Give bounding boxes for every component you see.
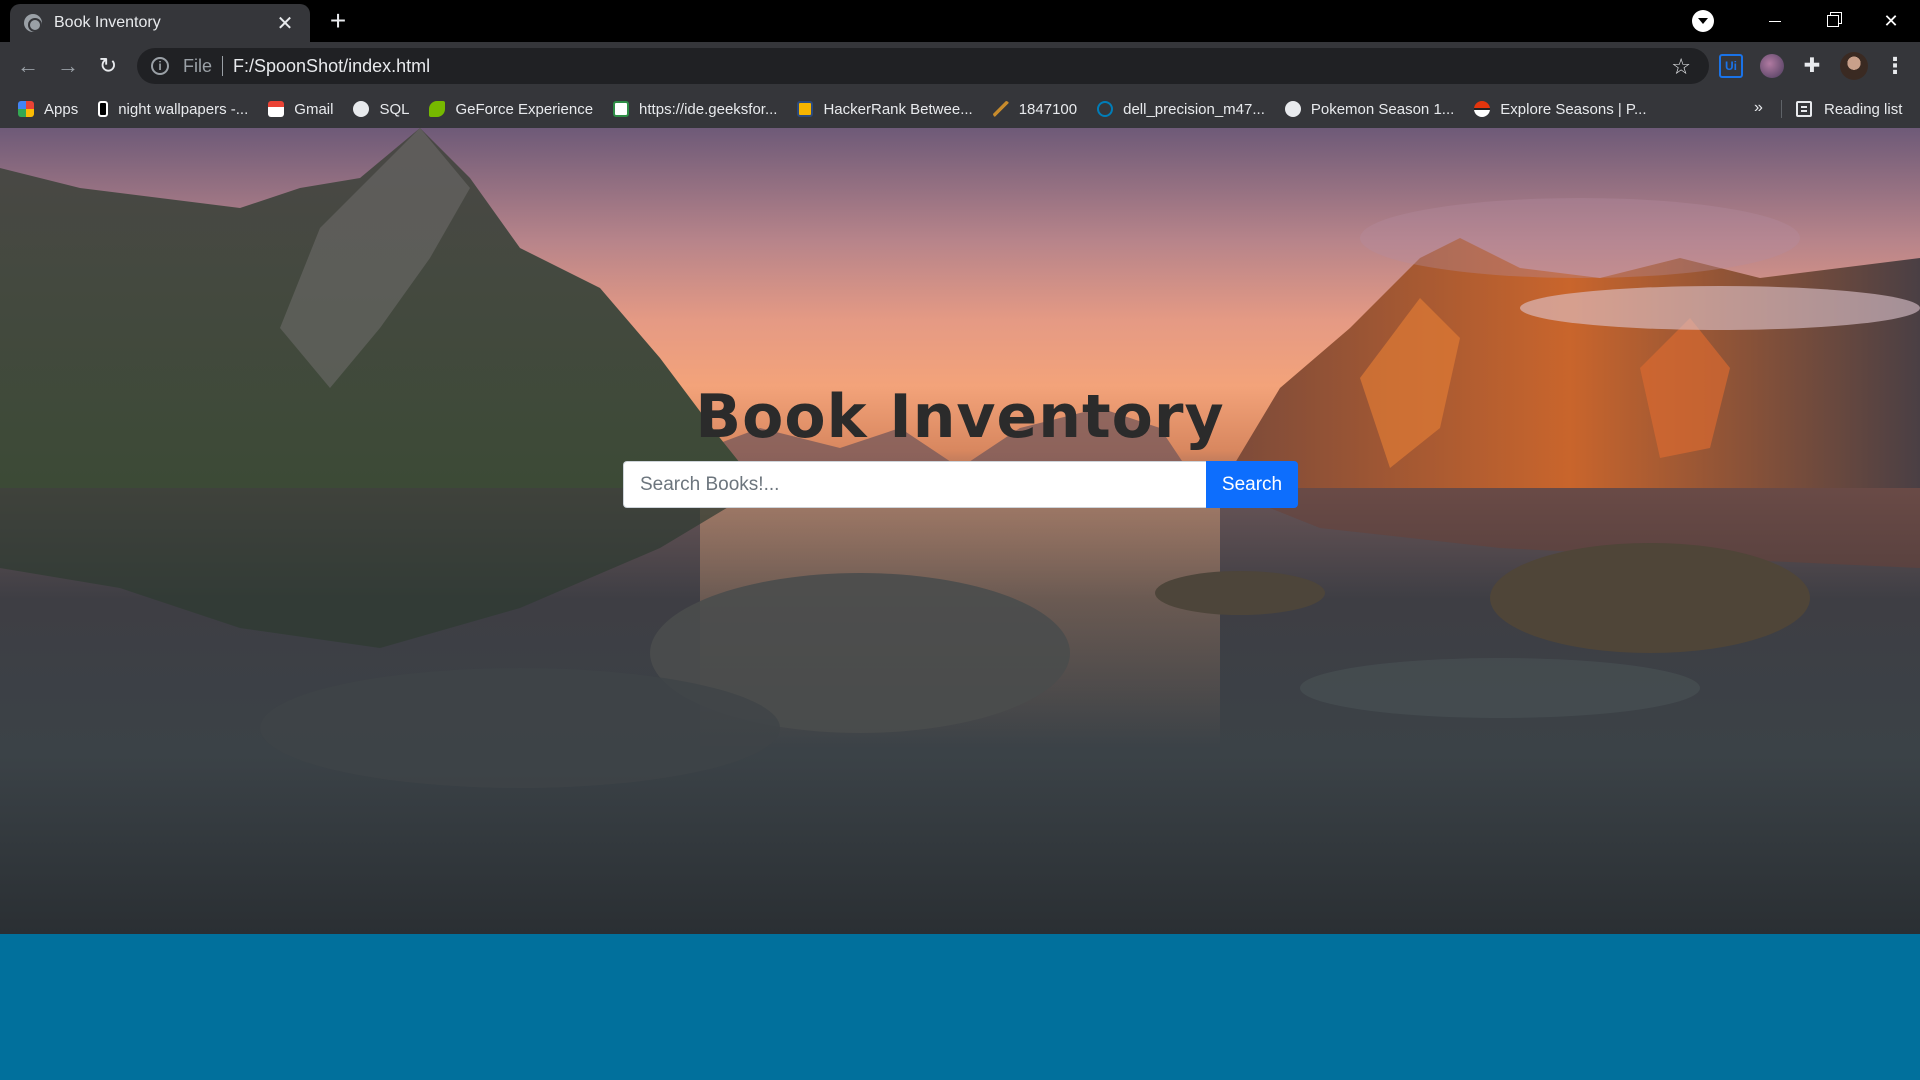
apps-grid-icon — [18, 101, 34, 117]
extension-icon[interactable] — [1760, 54, 1784, 78]
bookmark-night-wallpapers[interactable]: night wallpapers -... — [98, 101, 248, 118]
hero-background: Book Inventory Search — [0, 128, 1920, 934]
restore-button[interactable] — [1804, 0, 1862, 42]
wallpaper-icon — [98, 101, 109, 117]
globe-icon — [1284, 101, 1301, 117]
close-icon[interactable]: ✕ — [274, 11, 296, 36]
bookmark-geeksforgeeks[interactable]: https://ide.geeksfor... — [613, 101, 777, 118]
globe-icon — [24, 14, 42, 32]
bookmark-hackerrank[interactable]: HackerRank Betwee... — [797, 101, 973, 118]
globe-icon — [353, 101, 370, 117]
bookmark-1847100[interactable]: 1847100 — [992, 101, 1077, 118]
content-band — [0, 934, 1920, 1080]
gmail-icon — [268, 101, 285, 117]
bookmark-star-icon[interactable]: ☆ — [1671, 54, 1691, 80]
browser-tab[interactable]: Book Inventory ✕ — [10, 4, 310, 42]
address-bar[interactable]: i File F:/SpoonShot/index.html ☆ — [137, 48, 1709, 84]
bookmark-dell[interactable]: dell_precision_m47... — [1097, 101, 1265, 118]
ui-extension-icon[interactable]: Ui — [1719, 54, 1743, 78]
back-arrow-icon[interactable]: ← — [12, 50, 44, 82]
landscape-image — [0, 128, 1920, 934]
bookmark-geforce[interactable]: GeForce Experience — [429, 101, 593, 118]
reading-list-icon — [1796, 101, 1812, 117]
url-separator — [222, 56, 224, 76]
nvidia-icon — [429, 101, 446, 117]
reading-list-button[interactable]: Reading list — [1796, 90, 1902, 128]
browser-toolbar: ← → ↻ i File F:/SpoonShot/index.html ☆ U… — [0, 42, 1920, 90]
bookmark-apps[interactable]: Apps — [18, 101, 78, 118]
browser-title-bar: Book Inventory ✕ + ✕ — [0, 0, 1920, 42]
hackerrank-icon — [797, 101, 814, 117]
bookmarks-bar: Apps night wallpapers -... Gmail SQL GeF… — [0, 90, 1920, 128]
geeksforgeeks-icon — [613, 101, 630, 117]
dell-icon — [1097, 101, 1114, 117]
tab-search-icon[interactable] — [1692, 10, 1714, 32]
pokeball-icon — [1474, 101, 1491, 117]
browser-menu-icon[interactable]: ⋮ — [1884, 54, 1906, 78]
bookmark-sql[interactable]: SQL — [353, 101, 409, 118]
page-title: Book Inventory — [695, 382, 1225, 452]
minimize-button[interactable] — [1746, 0, 1804, 42]
bookmarks-overflow-button[interactable]: » — [1754, 99, 1763, 117]
new-tab-button[interactable]: + — [322, 6, 354, 38]
window-controls: ✕ — [1692, 0, 1920, 42]
tab-title: Book Inventory — [54, 14, 161, 31]
url-text[interactable]: F:/SpoonShot/index.html — [233, 56, 430, 77]
search-button[interactable]: Search — [1206, 461, 1298, 508]
atcoder-icon — [992, 101, 1009, 117]
bookmark-pokemon-season[interactable]: Pokemon Season 1... — [1284, 101, 1454, 118]
bookmark-explore-seasons[interactable]: Explore Seasons | P... — [1474, 101, 1647, 118]
reload-icon[interactable]: ↻ — [92, 50, 124, 82]
info-icon[interactable]: i — [151, 57, 169, 75]
forward-arrow-icon[interactable]: → — [52, 50, 84, 82]
search-input[interactable] — [623, 461, 1206, 508]
profile-avatar[interactable] — [1840, 52, 1868, 80]
bookmarks-divider — [1781, 100, 1782, 118]
bookmark-gmail[interactable]: Gmail — [268, 101, 333, 118]
extensions-puzzle-icon[interactable]: ✚ — [1800, 54, 1824, 78]
search-bar: Search — [623, 461, 1298, 508]
close-window-button[interactable]: ✕ — [1862, 0, 1920, 42]
url-scheme: File — [183, 55, 213, 76]
